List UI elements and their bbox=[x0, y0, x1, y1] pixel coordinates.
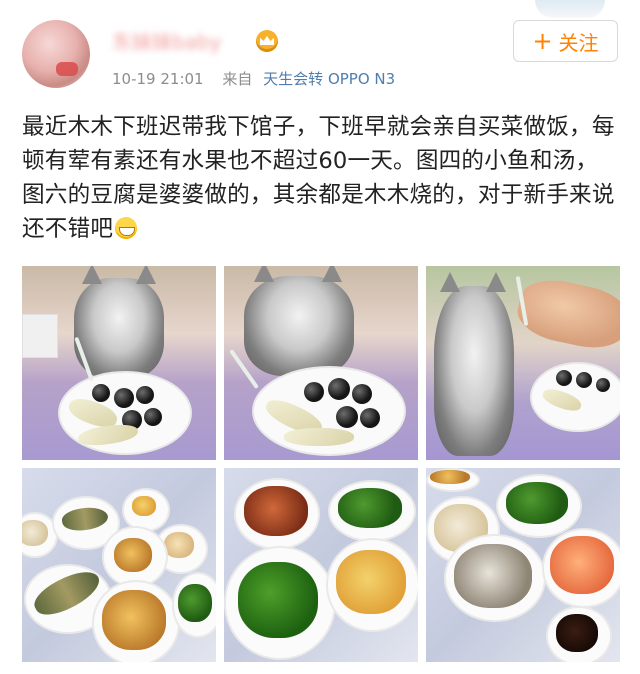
photo-cat-with-fruit-1[interactable] bbox=[22, 266, 216, 460]
grin-emoji-icon bbox=[115, 217, 138, 239]
username[interactable]: 东妹妹baby bbox=[112, 30, 252, 54]
post-content: 最近木木下班迟带我下馆子，下班早就会亲自买菜做饭，每顿有荤有素还有水果也不超过6… bbox=[22, 110, 620, 246]
photo-dinner-crab-and-vegetables[interactable] bbox=[224, 468, 418, 662]
follow-label: 关注 bbox=[558, 30, 599, 55]
from-label: 来自 bbox=[222, 70, 253, 88]
photo-cat-being-fed[interactable] bbox=[426, 266, 620, 460]
vip-crown-icon bbox=[256, 30, 278, 52]
cat bbox=[244, 266, 354, 376]
photo-dinner-fish-and-soup[interactable] bbox=[22, 468, 216, 662]
photo-grid bbox=[22, 266, 620, 662]
avatar[interactable] bbox=[22, 20, 90, 88]
plus-icon: + bbox=[532, 27, 553, 55]
post-meta: 10-19 21:01 来自 天生会转 OPPO N3 bbox=[112, 68, 395, 89]
follow-button[interactable]: + 关注 bbox=[513, 20, 618, 62]
post-text: 最近木木下班迟带我下馆子，下班早就会亲自买菜做饭，每顿有荤有素还有水果也不超过6… bbox=[22, 114, 615, 242]
timestamp: 10-19 21:01 bbox=[112, 70, 204, 88]
milk-carton bbox=[22, 314, 58, 358]
photo-cat-with-fruit-2[interactable] bbox=[224, 266, 418, 460]
source-link[interactable]: 天生会转 OPPO N3 bbox=[263, 70, 395, 88]
photo-dinner-tofu-shrimp-clams[interactable] bbox=[426, 468, 620, 662]
header-decoration bbox=[535, 0, 605, 18]
feeding-hand bbox=[512, 273, 620, 355]
cat bbox=[434, 272, 514, 456]
